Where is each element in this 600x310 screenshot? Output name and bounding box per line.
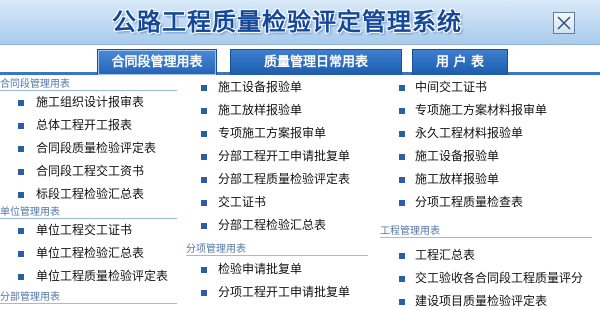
app-title: 公路工程质量检验评定管理系统 xyxy=(112,8,462,36)
list-item[interactable]: 建设项目质量检验评定表 xyxy=(380,290,600,310)
bullet-icon xyxy=(18,123,24,129)
bullet-icon xyxy=(18,146,24,152)
title-bar: 公路工程质量检验评定管理系统 xyxy=(0,0,600,45)
bullet-icon xyxy=(201,223,207,229)
list-item[interactable]: 交工验收各合同段工程质量评分 xyxy=(380,267,600,290)
bullet-icon xyxy=(201,85,207,91)
list-item[interactable]: 施工设备报验单 xyxy=(186,76,376,99)
column-right: 中间交工证书 专项施工方案材料报审单 永久工程材料报验单 施工设备报验单 施工放… xyxy=(380,76,600,310)
bullet-icon xyxy=(399,253,405,259)
list-item[interactable]: 施工放样报验单 xyxy=(186,99,376,122)
bullet-icon xyxy=(18,100,24,106)
column-left: 合同段管理用表 施工组织设计报审表 总体工程开工报表 合同段质量检验评定表 合同… xyxy=(0,78,185,304)
bullet-icon xyxy=(399,85,405,91)
bullet-icon xyxy=(201,108,207,114)
tab-contract-section[interactable]: 合同段管理用表 xyxy=(97,49,217,75)
list-item[interactable]: 检验申请批复单 xyxy=(186,258,376,281)
bullet-icon xyxy=(201,200,207,206)
bullet-icon xyxy=(18,251,24,257)
list-item[interactable]: 专项施工方案报审单 xyxy=(186,122,376,145)
list-item[interactable]: 合同段工程交工资书 xyxy=(0,160,185,183)
list-item[interactable]: 总体工程开工报表 xyxy=(0,114,185,137)
list-item[interactable]: 标段工程检验汇总表 xyxy=(0,183,185,206)
group-header: 分部管理用表 xyxy=(0,291,185,304)
close-icon xyxy=(557,16,571,30)
bullet-icon xyxy=(201,267,207,273)
close-button[interactable] xyxy=(553,12,575,34)
bullet-icon xyxy=(399,299,405,305)
group-header: 单位管理用表 xyxy=(0,206,185,219)
list-item[interactable]: 单位工程检验汇总表 xyxy=(0,242,185,265)
list-item[interactable]: 施工设备报验单 xyxy=(380,145,600,168)
bullet-icon xyxy=(399,154,405,160)
list-item[interactable]: 分项工程质量检查表 xyxy=(380,191,600,214)
bullet-icon xyxy=(201,177,207,183)
bullet-icon xyxy=(201,131,207,137)
bullet-icon xyxy=(201,154,207,160)
list-item[interactable]: 单位工程质量检验评定表 xyxy=(0,265,185,288)
bullet-icon xyxy=(18,192,24,198)
list-item[interactable]: 中间交工证书 xyxy=(380,76,600,99)
bullet-icon xyxy=(18,274,24,280)
list-item[interactable]: 分部工程质量检验评定表 xyxy=(186,168,376,191)
list-item[interactable]: 分项工程开工申请批复单 xyxy=(186,281,376,304)
bullet-icon xyxy=(399,108,405,114)
list-item[interactable]: 专项施工方案材料报审单 xyxy=(380,99,600,122)
group-header: 分项管理用表 xyxy=(186,243,376,256)
group-header: 工程管理用表 xyxy=(380,225,600,238)
list-item[interactable]: 分部工程开工申请批复单 xyxy=(186,145,376,168)
group-header: 合同段管理用表 xyxy=(0,78,185,91)
bullet-icon xyxy=(399,200,405,206)
list-item[interactable]: 交工证书 xyxy=(186,191,376,214)
list-item[interactable]: 合同段质量检验评定表 xyxy=(0,137,185,160)
tab-users[interactable]: 用 户 表 xyxy=(412,49,508,75)
bullet-icon xyxy=(399,276,405,282)
column-middle: 施工设备报验单 施工放样报验单 专项施工方案报审单 分部工程开工申请批复单 分部… xyxy=(186,76,376,304)
bullet-icon xyxy=(399,177,405,183)
bullet-icon xyxy=(399,131,405,137)
bullet-icon xyxy=(18,169,24,175)
tab-bar: 合同段管理用表 质量管理日常用表 用 户 表 xyxy=(0,45,600,75)
bullet-icon xyxy=(18,228,24,234)
list-item[interactable]: 永久工程材料报验单 xyxy=(380,122,600,145)
list-item[interactable]: 分部工程检验汇总表 xyxy=(186,214,376,237)
list-item[interactable]: 工程汇总表 xyxy=(380,244,600,267)
list-item[interactable]: 施工组织设计报审表 xyxy=(0,91,185,114)
list-item[interactable]: 单位工程交工证书 xyxy=(0,219,185,242)
bullet-icon xyxy=(201,290,207,296)
tab-quality-daily[interactable]: 质量管理日常用表 xyxy=(230,49,402,75)
list-item[interactable]: 施工放样报验单 xyxy=(380,168,600,191)
